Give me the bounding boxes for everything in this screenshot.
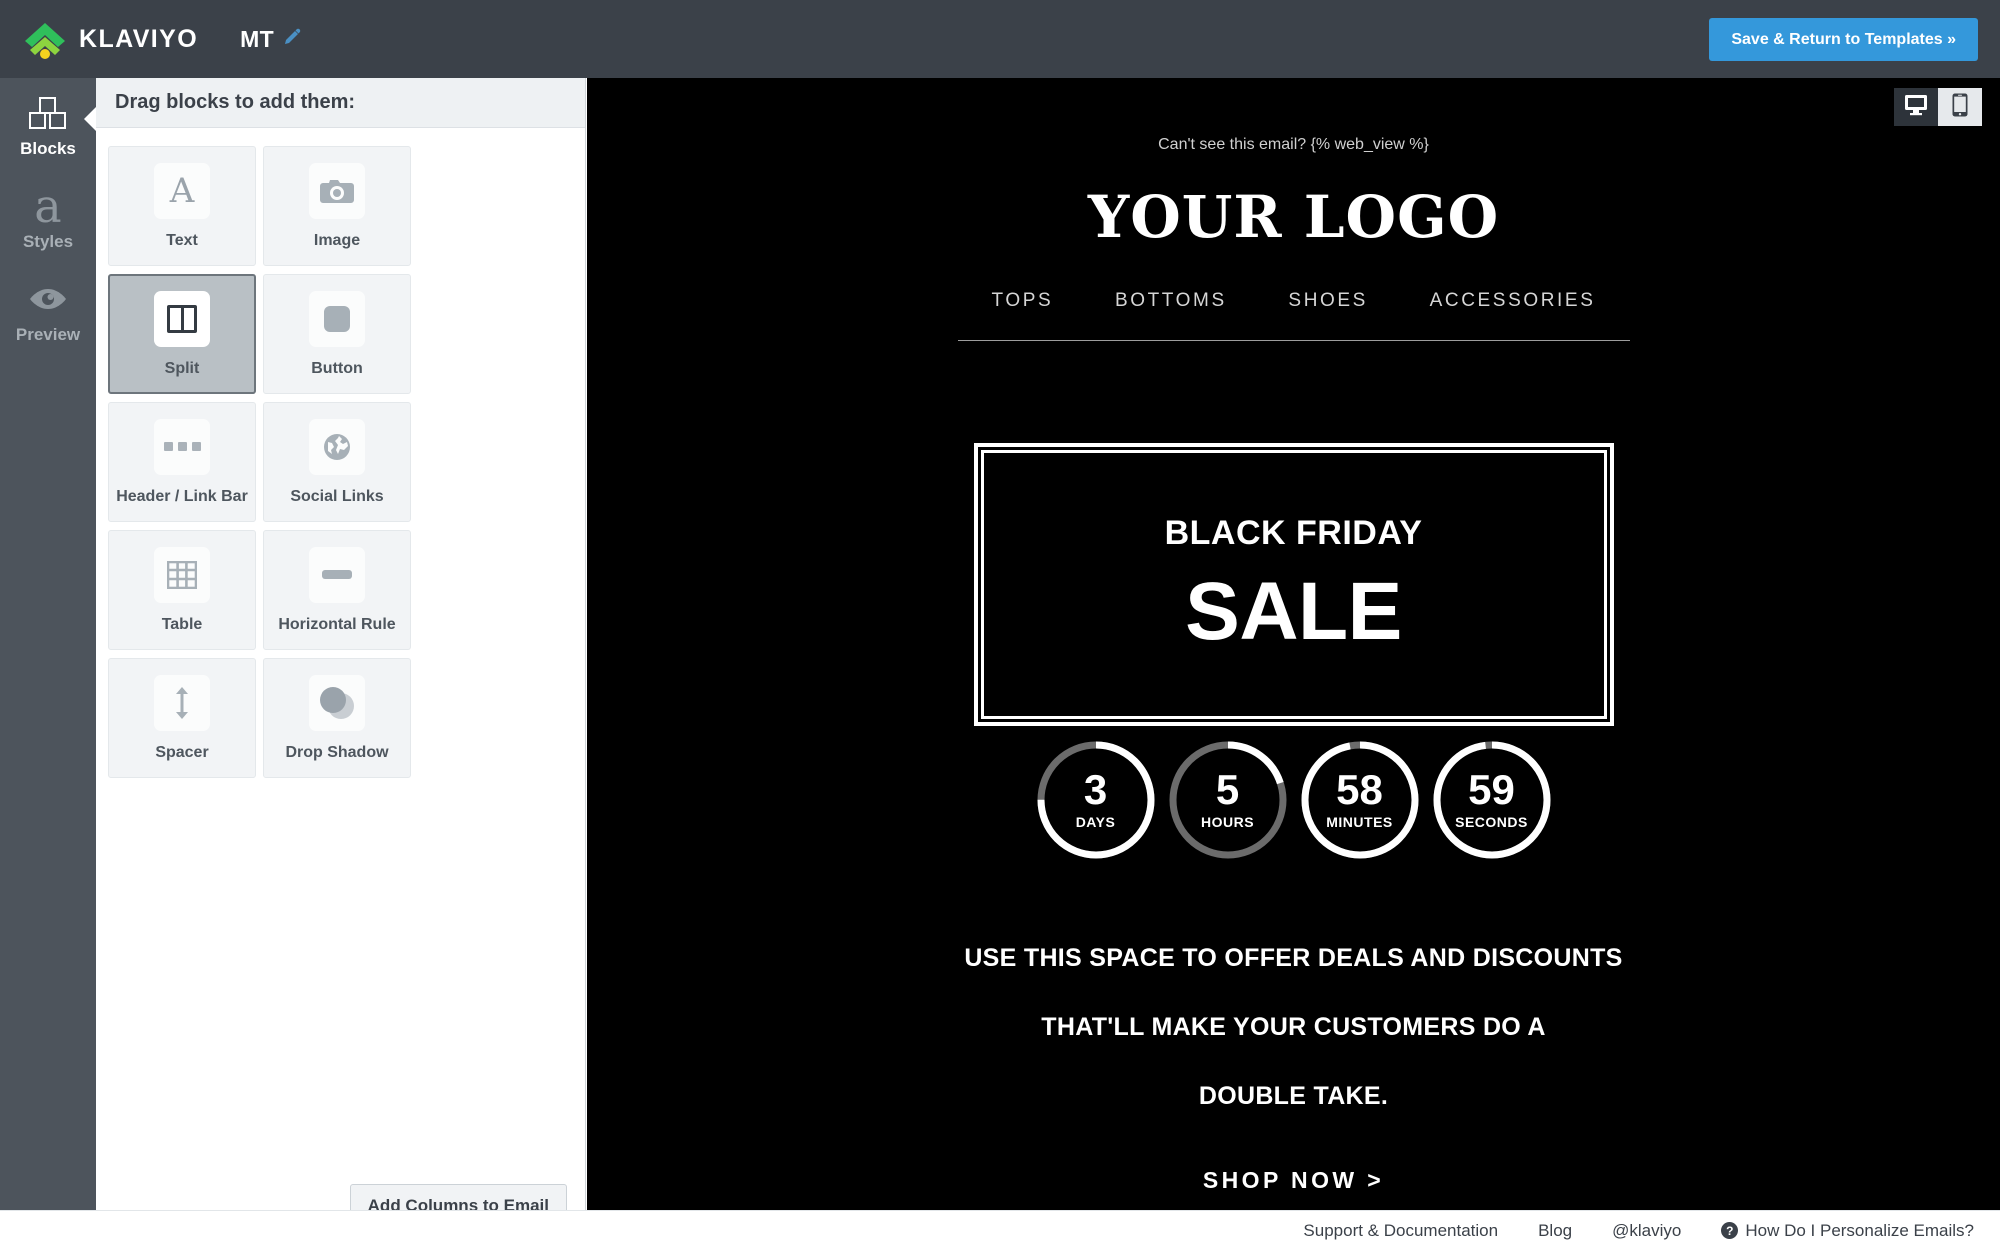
button-icon: [309, 290, 365, 347]
countdown-unit-seconds: 59 SECONDS: [1430, 738, 1554, 862]
body-line: DOUBLE TAKE.: [1198, 1082, 1389, 1110]
monitor-icon: [1904, 94, 1928, 121]
block-tile-social-links[interactable]: Social Links: [263, 402, 411, 522]
pencil-icon[interactable]: [283, 28, 301, 51]
device-toggle: [1894, 88, 1982, 126]
brand: KLAVIYO: [22, 19, 198, 59]
blocks-panel: Drag blocks to add them: A Text Image Sp…: [96, 78, 586, 1250]
countdown-center: 5 HOURS: [1166, 738, 1290, 862]
blocks-icon: [0, 92, 96, 134]
nav-item-tops[interactable]: TOPS: [992, 290, 1054, 312]
countdown-unit: HOURS: [1200, 814, 1255, 830]
email-nav: TOPS BOTTOMS SHOES ACCESSORIES: [958, 290, 1630, 312]
drop-shadow-icon: [309, 674, 365, 731]
klaviyo-wifi-logo-icon: [22, 19, 68, 59]
block-tile-label: Table: [161, 615, 203, 633]
rail-item-label: Preview: [15, 325, 81, 344]
countdown-unit: MINUTES: [1326, 814, 1393, 830]
countdown-value: 3: [1083, 766, 1108, 813]
block-tile-label: Horizontal Rule: [278, 615, 396, 633]
eye-icon: [0, 278, 96, 320]
top-bar: KLAVIYO MT Save & Return to Templates »: [0, 0, 2000, 78]
footer-link-blog[interactable]: Blog: [1538, 1221, 1572, 1241]
camera-icon: [309, 162, 365, 219]
countdown-unit: SECONDS: [1455, 814, 1528, 830]
email-body-copy[interactable]: USE THIS SPACE TO OFFER DEALS AND DISCOU…: [958, 944, 1630, 1111]
horizontal-rule-icon: [309, 546, 365, 603]
brand-name: KLAVIYO: [79, 24, 199, 53]
nav-item-bottoms[interactable]: BOTTOMS: [1115, 290, 1227, 312]
nav-divider: [957, 340, 1630, 341]
countdown-unit-minutes: 58 MINUTES: [1298, 738, 1422, 862]
rail-item-preview[interactable]: Preview: [0, 264, 96, 357]
countdown-value: 5: [1215, 766, 1240, 813]
nav-item-accessories[interactable]: ACCESSORIES: [1430, 290, 1596, 312]
panel-title: Drag blocks to add them:: [115, 91, 356, 113]
countdown-center: 3 DAYS: [1034, 738, 1158, 862]
block-tile-split[interactable]: Split: [108, 274, 256, 394]
email-preview-stage: Can't see this email? {% web_view %} YOU…: [587, 78, 2000, 1210]
block-tile-label: Social Links: [290, 487, 384, 505]
block-tile-label: Header / Link Bar: [116, 487, 248, 505]
block-tile-table[interactable]: Table: [108, 530, 256, 650]
countdown-timer: 3 DAYS 5 HOURS 58 MINUTES 59 SECONDS: [958, 738, 1630, 862]
countdown-value: 59: [1468, 766, 1515, 813]
countdown-unit-hours: 5 HOURS: [1166, 738, 1290, 862]
desktop-view-button[interactable]: [1894, 88, 1938, 126]
block-tile-header-link-bar[interactable]: Header / Link Bar: [108, 402, 256, 522]
three-dots-icon: [154, 418, 210, 475]
body-line: THAT'LL MAKE YOUR CUSTOMERS DO A: [1041, 1013, 1546, 1041]
hero-kicker: BLACK FRIDAY: [1164, 514, 1423, 552]
globe-icon: [309, 418, 365, 475]
nav-item-shoes[interactable]: SHOES: [1288, 290, 1368, 312]
footer-link-twitter[interactable]: @klaviyo: [1612, 1221, 1681, 1241]
email-body: Can't see this email? {% web_view %} YOU…: [587, 78, 2000, 1194]
block-tile-text[interactable]: A Text: [108, 146, 256, 266]
countdown-center: 58 MINUTES: [1298, 738, 1422, 862]
block-tile-label: Drop Shadow: [285, 743, 389, 761]
block-tile-label: Text: [166, 231, 198, 249]
block-tile-horizontal-rule[interactable]: Horizontal Rule: [263, 530, 411, 650]
text-icon: A: [154, 162, 210, 219]
split-columns-icon: [154, 290, 210, 347]
countdown-center: 59 SECONDS: [1430, 738, 1554, 862]
countdown-unit-days: 3 DAYS: [1034, 738, 1158, 862]
phone-icon: [1952, 93, 1968, 122]
countdown-unit: DAYS: [1075, 814, 1116, 830]
left-rail: Blocks a Styles Preview: [0, 78, 97, 1250]
block-tile-label: Split: [164, 359, 200, 377]
letter-a-icon: a: [34, 179, 62, 233]
footer-bar: Support & Documentation Blog @klaviyo ? …: [0, 1210, 2000, 1250]
block-grid: A Text Image Split Button Header / Link …: [96, 128, 566, 786]
blocks-panel-header: Drag blocks to add them:: [96, 78, 585, 128]
block-tile-label: Spacer: [155, 743, 209, 761]
block-tile-label: Button: [311, 359, 363, 377]
rail-item-label: Blocks: [20, 139, 76, 158]
countdown-value: 58: [1336, 766, 1383, 813]
block-tile-spacer[interactable]: Spacer: [108, 658, 256, 778]
template-name: MT: [240, 25, 275, 52]
block-tile-label: Image: [313, 231, 361, 249]
block-tile-image[interactable]: Image: [263, 146, 411, 266]
footer-help-label: How Do I Personalize Emails?: [1745, 1220, 1974, 1240]
mobile-view-button[interactable]: [1938, 88, 1982, 126]
hero-sale-box[interactable]: BLACK FRIDAY SALE: [973, 443, 1614, 726]
body-line: USE THIS SPACE TO OFFER DEALS AND DISCOU…: [964, 944, 1623, 972]
web-view-line[interactable]: Can't see this email? {% web_view %}: [958, 136, 1630, 154]
shop-now-cta[interactable]: SHOP NOW >: [958, 1167, 1630, 1194]
vertical-arrows-icon: [154, 674, 210, 731]
rail-item-blocks[interactable]: Blocks: [0, 78, 97, 171]
save-and-return-button[interactable]: Save & Return to Templates »: [1709, 18, 1978, 61]
table-grid-icon: [154, 546, 210, 603]
hero-headline: SALE: [1185, 566, 1402, 657]
rail-item-label: Styles: [22, 232, 74, 251]
rail-item-styles[interactable]: a Styles: [0, 171, 96, 264]
question-mark-icon: ?: [1721, 1222, 1739, 1239]
footer-link-support[interactable]: Support & Documentation: [1303, 1221, 1498, 1241]
email-logo: YOUR LOGO: [1087, 183, 1500, 251]
block-tile-button[interactable]: Button: [263, 274, 411, 394]
email-inner: Can't see this email? {% web_view %} YOU…: [957, 136, 1630, 1194]
footer-help-link[interactable]: ? How Do I Personalize Emails?: [1721, 1221, 1974, 1241]
block-tile-drop-shadow[interactable]: Drop Shadow: [263, 658, 411, 778]
